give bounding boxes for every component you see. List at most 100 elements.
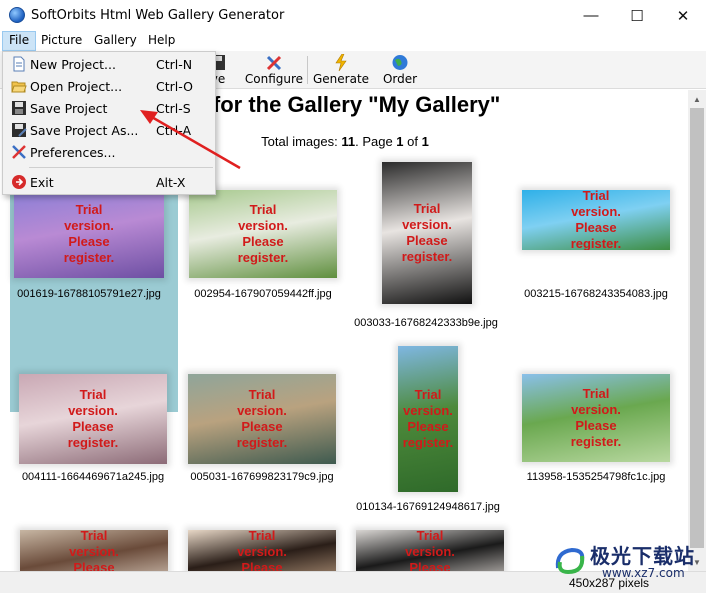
- globe-icon: [392, 55, 408, 70]
- gallery-thumbnail[interactable]: Trialversion.Pleaseregister.: [20, 530, 168, 571]
- gallery-thumbnail[interactable]: Trialversion.Pleaseregister.: [189, 190, 337, 278]
- gallery-thumbnail[interactable]: Trialversion.Pleaseregister.: [19, 374, 167, 464]
- generate-button[interactable]: Generate: [313, 54, 369, 88]
- menu-save-project-as[interactable]: Save Project As... Ctrl-A: [4, 119, 214, 141]
- page-of: of: [403, 134, 422, 149]
- menu-item-label: Save Project: [30, 101, 108, 116]
- page-sep: . Page: [355, 134, 397, 149]
- thumbnail-filename: 003033-16768242333b9e.jpg: [354, 317, 498, 329]
- watermark-line: register.: [570, 434, 622, 449]
- scroll-up-arrow-icon[interactable]: ▲: [688, 90, 706, 108]
- window-title: SoftOrbits Html Web Gallery Generator: [31, 8, 285, 23]
- wrench-icon: [12, 145, 26, 159]
- watermark-line: Please: [575, 418, 617, 433]
- thumbnail-filename: 113958-1535254798fc1c.jpg: [526, 471, 666, 483]
- menu-save-project[interactable]: Save Project Ctrl-S: [4, 97, 214, 119]
- watermark-line: Please: [73, 560, 115, 571]
- menu-help[interactable]: Help: [142, 31, 181, 51]
- menu-item-label: Exit: [30, 175, 54, 190]
- maximize-button[interactable]: ☐: [614, 0, 660, 31]
- scroll-thumb[interactable]: [690, 108, 704, 548]
- thumbnail-filename: 002954-167907059442ff.jpg: [194, 288, 332, 300]
- watermark-line: register.: [237, 250, 289, 265]
- minimize-button[interactable]: —: [568, 0, 614, 31]
- site-watermark-title: 极光下载站: [590, 544, 695, 568]
- thumbnail-filename: 005031-167699823179c9.jpg: [190, 471, 334, 483]
- menu-file[interactable]: File: [2, 31, 37, 51]
- watermark-line: version.: [238, 218, 288, 233]
- gallery-thumbnail[interactable]: Trialversion.Pleaseregister.: [522, 374, 670, 462]
- gallery-thumbnail[interactable]: Trialversion.Pleaseregister.: [188, 530, 336, 571]
- trial-watermark: Trialversion.Pleaseregister.: [522, 190, 670, 250]
- thumbnail-filename: 004111-1664469671a245.jpg: [21, 471, 165, 483]
- watermark-line: register.: [402, 435, 454, 450]
- watermark-line: Please: [241, 419, 283, 434]
- trial-watermark: Trialversion.Pleaseregister.: [188, 387, 336, 451]
- vertical-scrollbar[interactable]: ▲ ▼: [688, 90, 706, 571]
- menu-item-shortcut: Alt-X: [156, 175, 186, 190]
- floppy-disk-icon: [12, 101, 26, 115]
- toolbar-separator: [307, 56, 308, 84]
- watermark-line: version.: [571, 204, 621, 219]
- watermark-line: Please: [241, 560, 283, 571]
- watermark-line: Trial: [582, 386, 610, 401]
- new-document-icon: [13, 56, 25, 72]
- lightning-icon: [335, 54, 347, 71]
- page-total: 1: [421, 134, 429, 149]
- watermark-line: register.: [401, 249, 453, 264]
- menu-open-project[interactable]: Open Project... Ctrl-O: [4, 75, 214, 97]
- gallery-thumbnail[interactable]: Trialversion.Pleaseregister.: [188, 374, 336, 464]
- menu-gallery[interactable]: Gallery: [88, 31, 143, 51]
- trial-watermark: Trialversion.Pleaseregister.: [398, 387, 458, 451]
- menu-item-label: Preferences...: [30, 145, 116, 160]
- close-button[interactable]: ✕: [660, 0, 706, 31]
- gallery-thumbnail[interactable]: Trialversion.Pleaseregister.: [356, 530, 504, 571]
- exit-icon: [12, 175, 26, 189]
- gallery-thumbnail[interactable]: Trialversion.Pleaseregister.: [522, 190, 670, 250]
- watermark-line: version.: [237, 544, 287, 559]
- watermark-line: version.: [403, 403, 453, 418]
- watermark-line: Please: [242, 234, 284, 249]
- watermark-line: Trial: [248, 530, 276, 543]
- menu-separator: [29, 167, 213, 168]
- watermark-line: Please: [72, 419, 114, 434]
- menu-new-project[interactable]: New Project... Ctrl-N: [4, 53, 214, 75]
- watermark-line: Trial: [80, 530, 108, 543]
- watermark-line: register.: [570, 236, 622, 250]
- generate-label: Generate: [313, 72, 370, 86]
- trial-watermark: Trialversion.Pleaseregister.: [14, 202, 164, 266]
- menu-exit[interactable]: Exit Alt-X: [4, 171, 214, 193]
- gallery-thumbnail[interactable]: Trialversion.Pleaseregister.: [14, 190, 164, 278]
- order-button[interactable]: Order: [380, 54, 420, 88]
- menu-picture[interactable]: Picture: [35, 31, 88, 51]
- watermark-line: Trial: [249, 202, 277, 217]
- watermark-line: register.: [63, 250, 115, 265]
- total-prefix: Total images:: [261, 134, 342, 149]
- trial-watermark: Trialversion.Pleaseregister.: [189, 202, 337, 266]
- order-label: Order: [382, 72, 418, 86]
- app-globe-icon: [9, 7, 25, 23]
- site-watermark-logo: 极光下载站 www.xz7.com: [552, 540, 702, 580]
- watermark-line: version.: [68, 403, 118, 418]
- thumbnail-filename: 003215-16768243354083.jpg: [524, 288, 668, 300]
- watermark-line: Trial: [79, 387, 107, 402]
- trial-watermark: Trialversion.Pleaseregister.: [356, 530, 504, 571]
- menu-preferences[interactable]: Preferences...: [4, 141, 214, 163]
- watermark-line: Please: [409, 560, 451, 571]
- menu-item-shortcut: Ctrl-S: [156, 101, 191, 116]
- watermark-line: Trial: [413, 201, 441, 216]
- configure-button[interactable]: Configure: [244, 54, 304, 88]
- watermark-line: register.: [67, 435, 119, 450]
- trial-watermark: Trialversion.Pleaseregister.: [522, 386, 670, 450]
- gallery-thumbnail[interactable]: Trialversion.Pleaseregister.: [382, 162, 472, 304]
- trial-watermark: Trialversion.Pleaseregister.: [382, 201, 472, 265]
- configure-label: Configure: [244, 72, 304, 86]
- gallery-thumbnail[interactable]: Trialversion.Pleaseregister.: [398, 346, 458, 492]
- configure-tools-icon: [266, 55, 282, 71]
- menu-item-label: Save Project As...: [30, 123, 139, 138]
- total-count: 11: [341, 134, 356, 149]
- menu-item-shortcut: Ctrl-A: [156, 123, 192, 138]
- trial-watermark: Trialversion.Pleaseregister.: [19, 387, 167, 451]
- watermark-line: Please: [407, 419, 449, 434]
- watermark-line: version.: [405, 544, 455, 559]
